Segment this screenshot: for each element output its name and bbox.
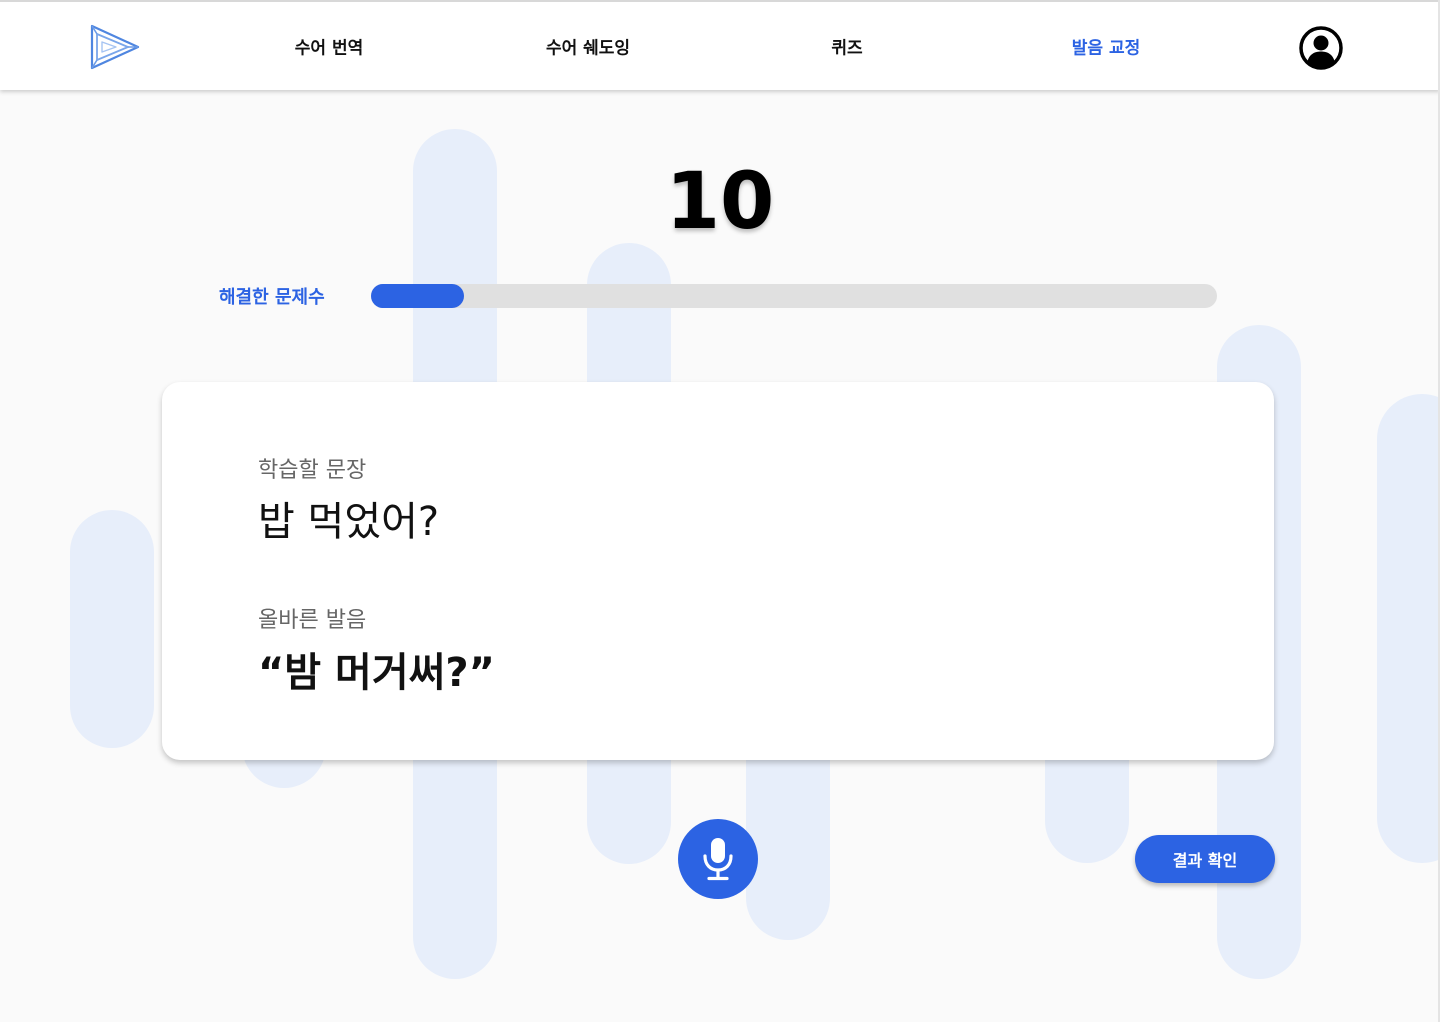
- sentence-card: 학습할 문장 밥 먹었어? 올바른 발음 “밤 머거써?”: [162, 382, 1274, 760]
- target-sentence: 밥 먹었어?: [258, 499, 440, 545]
- sentence-label: 학습할 문장: [258, 458, 367, 483]
- decor-bar: [1377, 394, 1440, 863]
- progress-bar: [371, 284, 1217, 308]
- microphone-icon: [703, 838, 733, 881]
- progress-label: 해결한 문제수: [219, 287, 325, 308]
- nav-item-sign-translation[interactable]: 수어 번역: [295, 34, 363, 59]
- nav-item-sign-shadowing[interactable]: 수어 쉐도잉: [546, 34, 630, 59]
- top-navbar: 수어 번역 수어 쉐도잉 퀴즈 발음 교정: [0, 0, 1440, 90]
- solved-count: 10: [665, 157, 775, 247]
- progress-fill: [371, 284, 465, 308]
- nav-item-quiz[interactable]: 퀴즈: [831, 34, 862, 59]
- pronunciation-label: 올바른 발음: [258, 608, 367, 633]
- record-mic-button[interactable]: [678, 819, 758, 899]
- correct-pronunciation: “밤 머거써?”: [258, 650, 495, 696]
- nav-item-pronunciation[interactable]: 발음 교정: [1072, 34, 1140, 59]
- check-result-button[interactable]: 결과 확인: [1135, 835, 1275, 883]
- decor-bar: [70, 510, 154, 748]
- user-circle-icon[interactable]: [1299, 26, 1343, 70]
- play-triangle-logo-icon[interactable]: [88, 22, 142, 72]
